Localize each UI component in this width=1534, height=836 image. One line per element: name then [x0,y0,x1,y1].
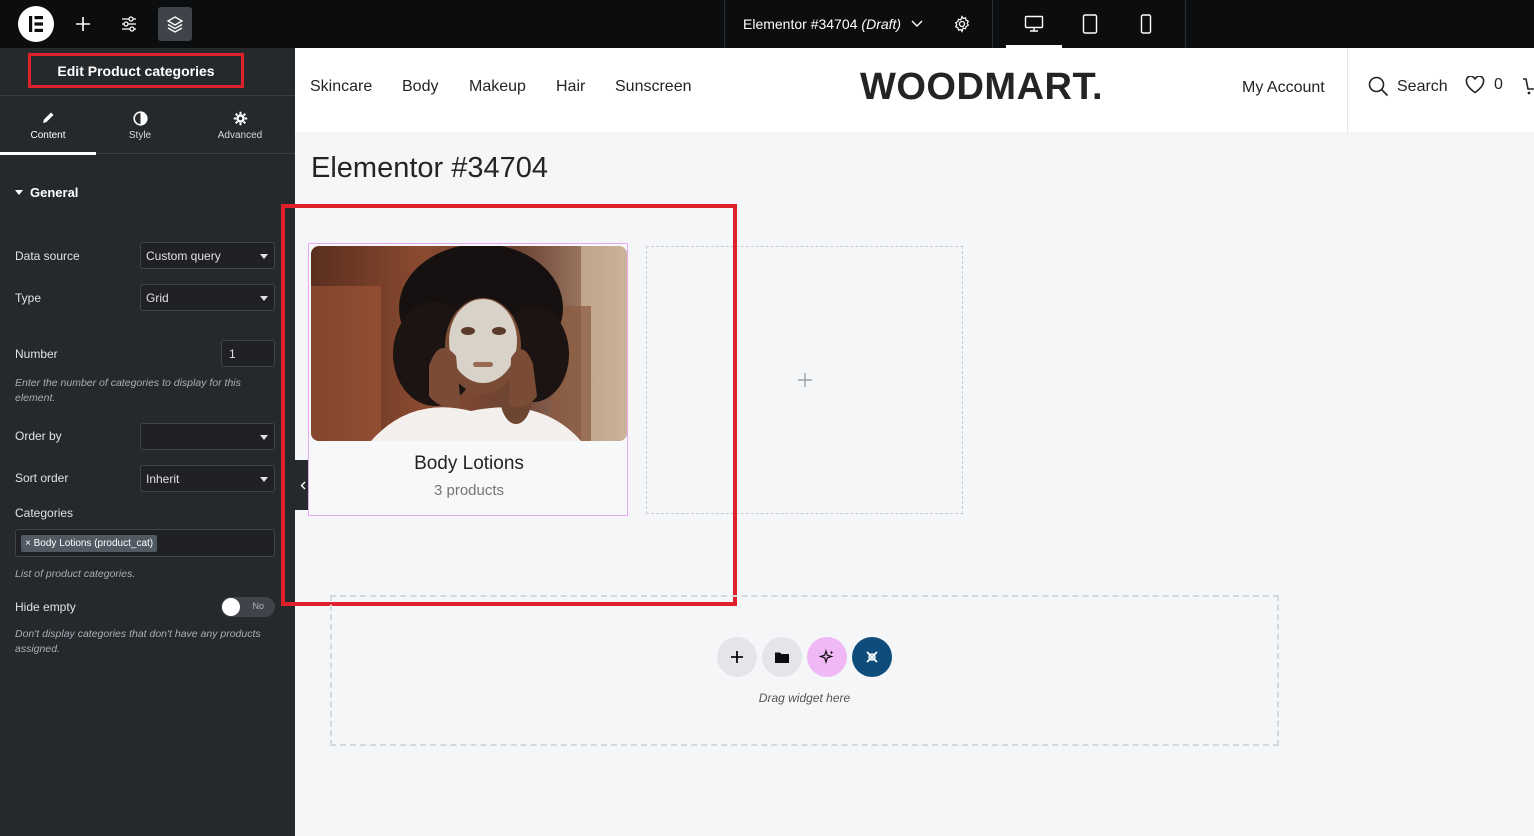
section-general-toggle[interactable]: General [15,185,78,200]
number-help-text: Enter the number of categories to displa… [15,377,241,404]
desktop-view-button[interactable] [1006,0,1062,48]
site-header: Skincare Body Makeup Hair Sunscreen WOOD… [295,48,1534,132]
layers-icon [166,16,184,33]
order-by-select[interactable] [140,423,275,450]
add-template-button[interactable] [762,637,802,677]
type-select[interactable]: Grid [140,284,275,311]
page-settings-button[interactable] [945,7,979,41]
site-logo[interactable]: WOODMART. [860,66,1103,109]
caret-down-icon [260,435,268,440]
tab-style-label: Style [128,130,152,141]
responsive-switcher [992,0,1186,48]
cart-button[interactable] [1523,76,1534,101]
dropzone-text: Drag widget here [758,691,851,705]
sort-order-label: Sort order [15,471,69,485]
pencil-icon [43,112,54,123]
data-source-label: Data source [15,249,80,263]
hide-empty-label: Hide empty [15,600,76,614]
section-title: General [30,185,79,200]
sliders-icon [122,16,136,32]
number-label: Number [15,347,58,361]
sort-order-select[interactable]: Inherit [140,465,275,492]
my-account-link[interactable]: My Account [1242,79,1325,97]
editor-panel: Edit Product categories Content Style Ad… [0,48,295,836]
contrast-icon [132,110,148,126]
elementor-logo-icon[interactable] [18,6,54,42]
page-title: Elementor #34704 [311,152,548,184]
toggle-state: No [252,601,264,611]
data-source-select[interactable]: Custom query [140,242,275,269]
caret-down-icon [260,296,268,301]
hide-empty-toggle[interactable]: No [221,597,275,617]
mobile-view-button[interactable] [1118,0,1174,48]
cart-icon [1523,78,1534,95]
editor-topbar: Elementor #34704 (Draft) [0,0,1534,48]
sparkle-icon [819,649,834,665]
hide-empty-help-text: Don't display categories that don't have… [15,628,261,655]
categories-help-text: List of product categories. [15,568,136,580]
data-source-value: Custom query [146,248,221,263]
panel-tabs: Content Style Advanced [0,96,295,155]
tab-content[interactable]: Content [0,96,96,155]
nav-item-sunscreen[interactable]: Sunscreen [615,78,692,96]
structure-button[interactable] [158,7,192,41]
panel-header: Edit Product categories [0,48,295,96]
nav-item-skincare[interactable]: Skincare [310,78,372,96]
document-name: Elementor #34704 [743,16,858,32]
caret-down-icon [15,190,23,195]
number-input[interactable]: 1 [221,340,275,367]
selection-highlight-box [281,204,737,606]
heart-icon [1465,76,1485,94]
header-divider [1347,48,1348,132]
tablet-icon [1082,14,1098,34]
caret-down-icon [260,477,268,482]
wishlist-count: 0 [1494,76,1503,93]
gear-icon [954,15,970,33]
mobile-icon [1140,14,1152,34]
sort-order-value: Inherit [146,471,180,486]
tab-content-label: Content [30,130,66,141]
category-tag[interactable]: × Body Lotions (product_cat) [21,535,158,552]
chevron-down-icon [911,20,923,27]
type-label: Type [15,291,42,305]
order-by-label: Order by [15,429,62,443]
wishlist-button[interactable]: 0 [1465,76,1503,94]
tab-style[interactable]: Style [92,96,188,154]
type-value: Grid [146,290,169,305]
plus-icon [76,17,90,31]
nav-item-hair[interactable]: Hair [556,78,585,96]
add-element-button[interactable] [66,7,100,41]
desktop-icon [1024,15,1044,32]
tablet-view-button[interactable] [1062,0,1118,48]
caret-down-icon [260,254,268,259]
categories-label: Categories [15,506,74,520]
nav-item-makeup[interactable]: Makeup [469,78,526,96]
panel-title: Edit Product categories [28,53,244,88]
gear-icon [233,111,247,125]
kit-icon [866,651,878,663]
plus-icon [797,373,812,387]
widget-dropzone[interactable]: Drag widget here [330,595,1279,746]
toggle-knob [222,598,240,616]
folder-icon [775,652,789,663]
categories-select[interactable]: × Body Lotions (product_cat) [15,529,275,557]
add-section-button[interactable] [717,637,757,677]
plus-icon [731,651,743,663]
search-button[interactable]: Search [1368,76,1448,97]
tab-advanced[interactable]: Advanced [192,96,288,154]
ai-assistant-button[interactable] [807,637,847,677]
search-icon [1368,76,1389,97]
kit-library-button[interactable] [852,637,892,677]
site-settings-button[interactable] [112,7,146,41]
document-status: (Draft) [861,16,902,32]
tab-advanced-label: Advanced [217,130,263,141]
nav-item-body[interactable]: Body [402,78,438,96]
search-label: Search [1397,77,1448,95]
